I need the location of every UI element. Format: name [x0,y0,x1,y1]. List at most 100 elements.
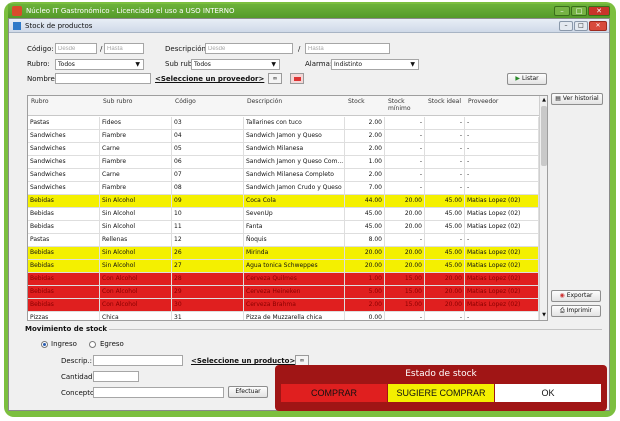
table-row[interactable]: Sandwiches Fiambre 08 Sandwich Jamon Crudo … [28,182,539,195]
table-row[interactable]: Bebidas Con Alcohol 29 Cerveza Heineken 5.00… [28,286,539,299]
concepto-input[interactable] [93,387,224,398]
clear-icon[interactable] [290,73,304,84]
table-cell-descripcion: Sandwich Milanesa Completo [244,169,345,182]
scroll-down-icon[interactable]: ▼ [540,311,547,319]
minimize-button[interactable]: – [554,6,570,16]
table-row[interactable]: Pastas Fideos 03 Tallarines con tuco 2.00- - - [28,117,539,130]
estado-stock-title: Estado de stock [405,369,477,379]
table-row[interactable]: Sandwiches Fiambre 04 Sandwich Jamon y Ques… [28,130,539,143]
rubro-label: Rubro: [27,60,50,68]
close-button[interactable]: ✕ [588,6,610,16]
table-scrollbar[interactable]: ▲ ▼ [539,96,547,320]
column-header[interactable]: Stock ideal [428,98,461,105]
column-header[interactable]: Descripción [247,98,282,105]
table-row[interactable]: Bebidas Sin Alcohol 09 Coca Cola 44.00 20.00 4… [28,195,539,208]
listar-button[interactable]: ▶ Listar [507,73,547,85]
child-window-title: Stock de productos [25,22,93,30]
table-row[interactable]: Bebidas Con Alcohol 30 Cerveza Brahma 2.00 15… [28,299,539,312]
table-cell-descripcion: Cerveza Brahma [244,299,345,312]
table-cell-stock: 44.00 [345,195,385,208]
table-row[interactable]: Sandwiches Fiambre 06 Sandwich Jamon y Ques… [28,156,539,169]
child-maximize-button[interactable]: □ [574,21,588,31]
stock-table[interactable]: Rubro Sub rubro Código Descripción Stock… [27,95,548,321]
ver-historial-button[interactable]: ▤ Ver historial [551,93,603,105]
legend-comprar: COMPRAR [281,384,387,402]
select-proveedor-link[interactable]: <Seleccione un proveedor> [155,74,264,84]
child-minimize-button[interactable]: – [559,21,573,31]
table-cell-rubro: Sandwiches [28,156,100,169]
alarma-select[interactable]: Indistinto ▼ [331,59,419,70]
table-row[interactable]: Sandwiches Carne 07 Sandwich Milanesa Compl… [28,169,539,182]
descrip-input[interactable] [93,355,183,366]
imprimir-button[interactable]: ⎙ Imprimir [551,305,601,317]
codigo-separator: / [100,45,103,53]
table-cell-minimo: 20.00 [385,260,425,273]
table-cell-subrubro: Fiambre [100,130,172,143]
section-divider [109,329,602,330]
child-close-button[interactable]: ✕ [589,21,607,31]
table-cell-ideal: 20.00 [425,273,465,286]
exportar-button[interactable]: ◉ Exportar [551,290,601,302]
scroll-thumb[interactable] [541,106,547,166]
export-icon: ◉ [559,292,565,299]
table-cell-subrubro: Con Alcohol [100,286,172,299]
table-cell-rubro: Bebidas [28,260,100,273]
legend-ok: OK [495,384,601,402]
cantidad-input[interactable] [93,371,139,382]
scroll-up-icon[interactable]: ▲ [540,96,547,104]
rubro-select[interactable]: Todos ▼ [55,59,144,70]
table-row[interactable]: Sandwiches Carne 05 Sandwich Milanesa 2.00- -… [28,143,539,156]
table-cell-codigo: 04 [172,130,244,143]
table-cell-rubro: Bebidas [28,221,100,234]
egreso-radio[interactable] [89,341,96,348]
table-row[interactable]: Bebidas Sin Alcohol 10 SevenUp 45.00 20.00 45.… [28,208,539,221]
subrubro-select[interactable]: Todos ▼ [191,59,280,70]
main-title-bar: Núcleo IT Gastronómico - Licenciado el u… [8,4,610,18]
table-cell-stock: 2.00 [345,117,385,130]
efectuar-label: Efectuar [235,388,261,395]
table-cell-codigo: 10 [172,208,244,221]
table-cell-subrubro: Chica [100,312,172,320]
history-icon: ▤ [555,95,561,102]
table-cell-codigo: 08 [172,182,244,195]
table-cell-codigo: 12 [172,234,244,247]
table-row[interactable]: Pizzas Chica 31 Pizza de Muzzarella chica 0.… [28,312,539,320]
table-cell-codigo: 06 [172,156,244,169]
table-row[interactable]: Bebidas Con Alcohol 28 Cerveza Quilmes 1.00 1… [28,273,539,286]
descripcion-hasta-input[interactable] [305,43,390,54]
table-row[interactable]: Pastas Rellenas 12 Ñoquis 8.00- - - [28,234,539,247]
table-cell-descripcion: Pizza de Muzzarella chica [244,312,345,320]
table-cell-stock: 0.00 [345,312,385,320]
table-cell-minimo: 15.00 [385,273,425,286]
table-row[interactable]: Bebidas Sin Alcohol 26 Mirinda 20.00 20.00 45.… [28,247,539,260]
binoculars-icon[interactable]: ∞ [268,73,282,84]
codigo-desde-input[interactable] [55,43,97,54]
descripcion-desde-input[interactable] [205,43,293,54]
column-header[interactable]: Stock mínimo [388,98,422,112]
table-cell-rubro: Pastas [28,117,100,130]
column-header[interactable]: Sub rubro [103,98,132,105]
main-window-title: Núcleo IT Gastronómico - Licenciado el u… [26,7,235,15]
column-header[interactable]: Rubro [31,98,49,105]
table-cell-rubro: Bebidas [28,247,100,260]
maximize-button[interactable]: □ [571,6,587,16]
table-cell-rubro: Pizzas [28,312,100,320]
table-cell-subrubro: Sin Alcohol [100,260,172,273]
column-header[interactable]: Código [175,98,196,105]
table-row[interactable]: Bebidas Sin Alcohol 27 Agua tonica Schweppe… [28,260,539,273]
table-cell-descripcion: Cerveza Heineken [244,286,345,299]
ingreso-radio[interactable] [41,341,48,348]
nombre-input[interactable] [55,73,151,84]
efectuar-button[interactable]: Efectuar [228,386,268,398]
table-cell-proveedor: Matias Lopez (02) [465,208,539,221]
table-cell-ideal: - [425,156,465,169]
column-header[interactable]: Stock [348,98,365,105]
alarma-select-value: Indistinto [334,61,363,68]
table-cell-stock: 2.00 [345,130,385,143]
table-cell-minimo: - [385,117,425,130]
table-row[interactable]: Bebidas Sin Alcohol 11 Fanta 45.00 20.00 45.00… [28,221,539,234]
table-cell-proveedor: Matias Lopez (02) [465,260,539,273]
column-header[interactable]: Proveedor [468,98,498,105]
codigo-hasta-input[interactable] [104,43,144,54]
table-cell-subrubro: Fiambre [100,182,172,195]
